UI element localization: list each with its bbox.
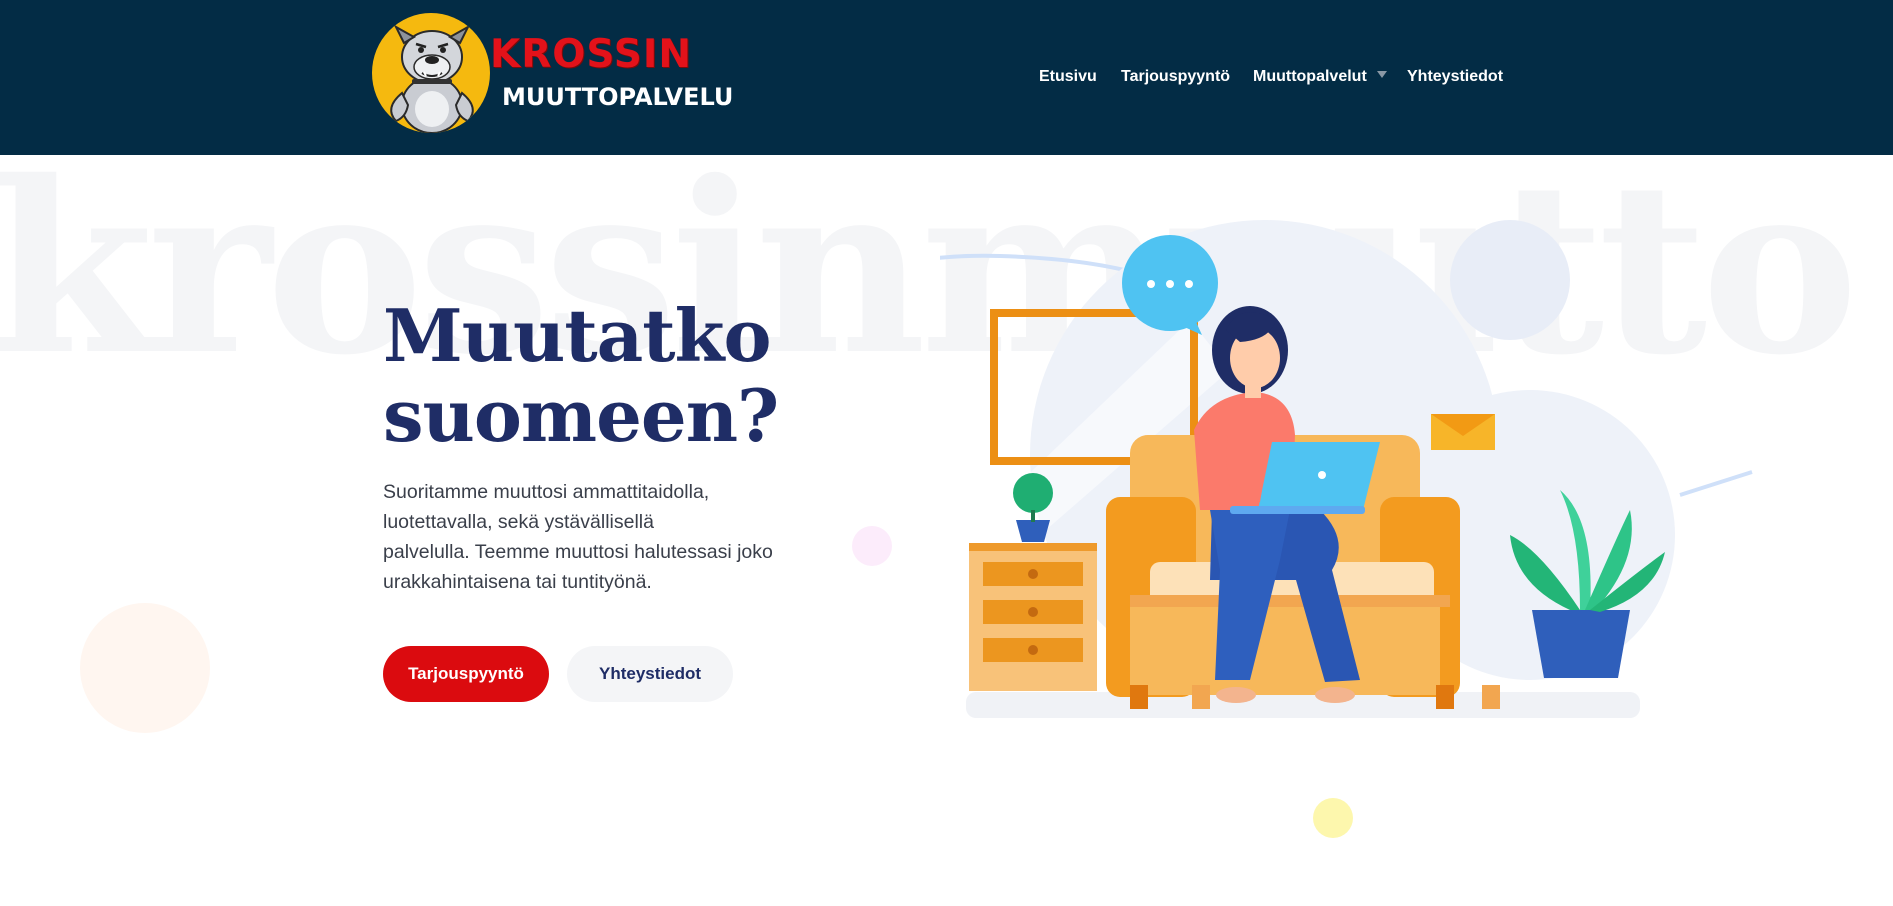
hero-title: Muutatko suomeen? [383, 296, 803, 456]
tarjouspyynto-button[interactable]: Tarjouspyyntö [383, 646, 549, 702]
yhteystiedot-button[interactable]: Yhteystiedot [567, 646, 733, 702]
site-header: KROSSIN MUUTTOPALVELU Etusivu Tarjouspyy… [0, 0, 1893, 155]
logo-brand-text: KROSSIN [490, 32, 692, 77]
hero-title-line-2: suomeen? [383, 373, 779, 458]
hero-text-line-3: palvelulla. Teemme muuttosi halutessasi … [383, 541, 773, 563]
chevron-down-icon[interactable] [1377, 71, 1387, 78]
hero-title-line-1: Muutatko [383, 293, 771, 378]
nav-link-muuttopalvelut[interactable]: Muuttopalvelut [1253, 68, 1367, 86]
hero-text-line-2: luotettavalla, sekä ystävällisellä [383, 511, 654, 533]
hero-text-line-1: Suoritamme muuttosi ammattitaidolla, [383, 481, 710, 503]
hero-description: Suoritamme muuttosi ammattitaidolla, luo… [383, 477, 813, 597]
nav-link-etusivu[interactable]: Etusivu [1039, 68, 1097, 86]
hero-text-line-4: urakkahintaisena tai tuntityönä. [383, 571, 652, 593]
bulldog-mascot-icon [372, 13, 490, 133]
decorative-circle-yellow [1313, 798, 1353, 838]
nav-link-tarjouspyynto[interactable]: Tarjouspyyntö [1121, 68, 1230, 86]
hero-illustration [728, 210, 1760, 730]
decorative-circle-peach [80, 603, 210, 733]
nav-link-yhteystiedot[interactable]: Yhteystiedot [1407, 68, 1503, 86]
decorative-circle-pink [852, 526, 892, 566]
logo-subtitle-text: MUUTTOPALVELU [502, 83, 734, 111]
site-logo[interactable]: KROSSIN MUUTTOPALVELU [372, 13, 733, 135]
